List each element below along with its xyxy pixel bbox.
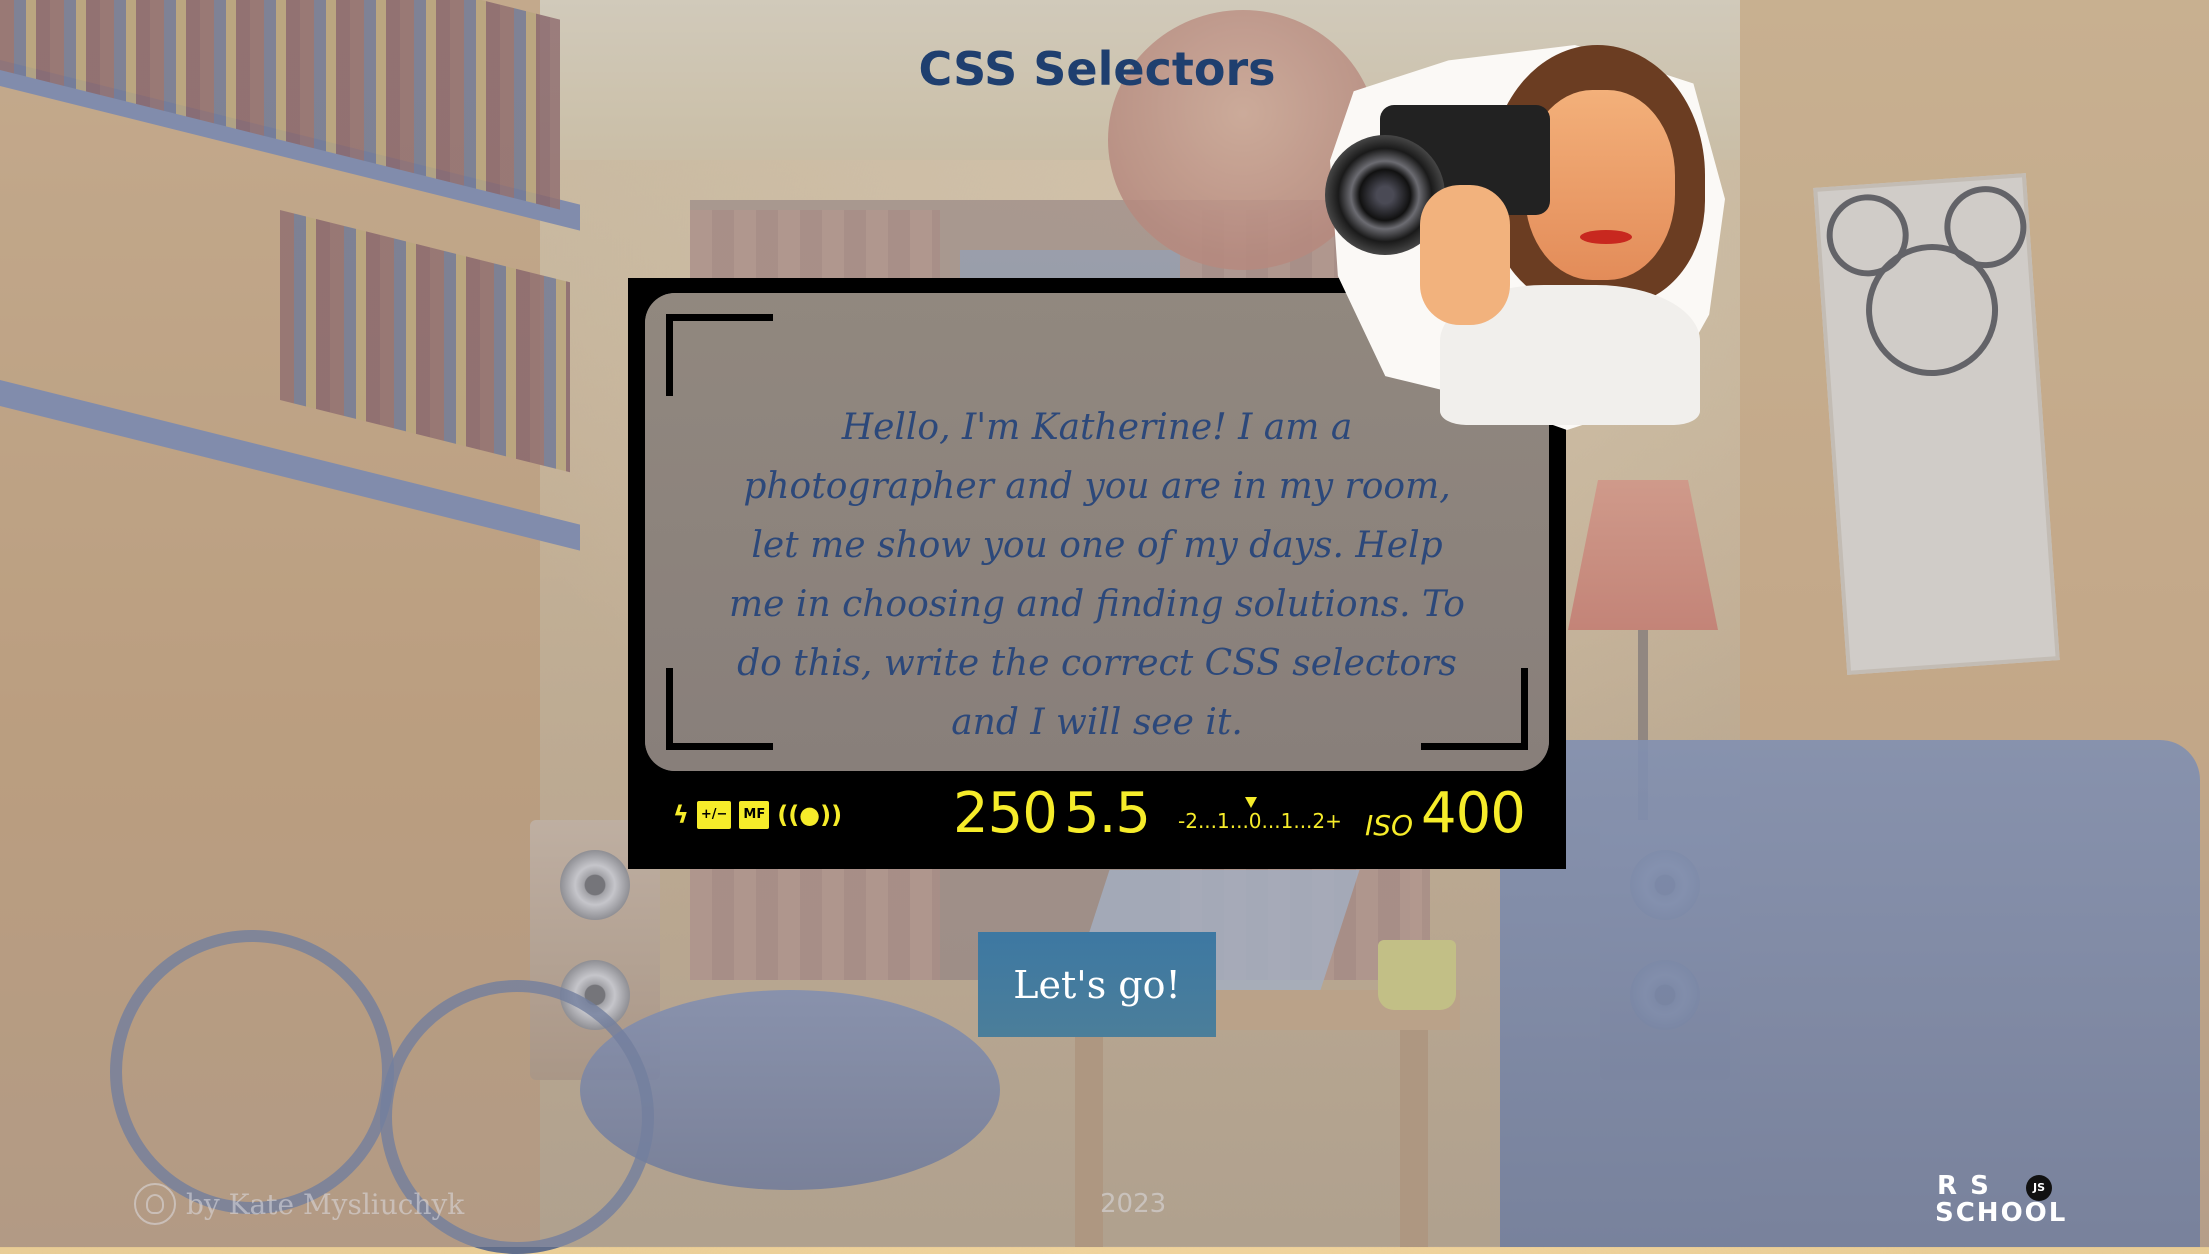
page-title: CSS Selectors <box>918 42 1276 96</box>
manual-focus-icon: MF <box>739 801 770 829</box>
author-link[interactable]: by Kate Mysliuchyk <box>134 1183 464 1225</box>
exposure-scale: -2...1...0...1...2+ <box>1178 809 1342 833</box>
flash-icon: ϟ <box>673 801 689 829</box>
lets-go-button[interactable]: Let's go! <box>978 932 1216 1037</box>
iso-label: ISO <box>1365 809 1414 842</box>
intro-text: Hello, I'm Katherine! I am a photographe… <box>729 407 1465 743</box>
js-badge-icon: JS <box>2026 1175 2052 1201</box>
portrait-lips <box>1580 230 1632 244</box>
focus-corner-top-left <box>666 314 773 396</box>
camera-status-bar: ϟ +/− MF ((●)) 250 5.5 -2...1...0...1...… <box>628 771 1566 869</box>
exposure-marker-icon <box>1245 797 1257 808</box>
logo-line-1: R S <box>1937 1171 1991 1201</box>
camera-icons: ϟ +/− MF ((●)) <box>673 801 842 829</box>
author-name: by Kate Mysliuchyk <box>186 1187 465 1221</box>
exposure-compensation-icon: +/− <box>696 801 732 829</box>
vibration-reduction-icon: ((●)) <box>777 801 843 829</box>
photographer-portrait <box>1320 35 1735 440</box>
rs-school-logo[interactable]: R S SCHOOL JS <box>1935 1170 2085 1230</box>
shutter-speed: 250 <box>953 781 1058 846</box>
aperture-value: 5.5 <box>1064 781 1151 846</box>
copyright-year: 2023 <box>1100 1189 1167 1219</box>
logo-line-2: SCHOOL <box>1935 1198 2068 1228</box>
iso-value: 400 <box>1421 781 1526 846</box>
github-icon <box>134 1183 176 1225</box>
portrait-hand <box>1420 185 1510 325</box>
